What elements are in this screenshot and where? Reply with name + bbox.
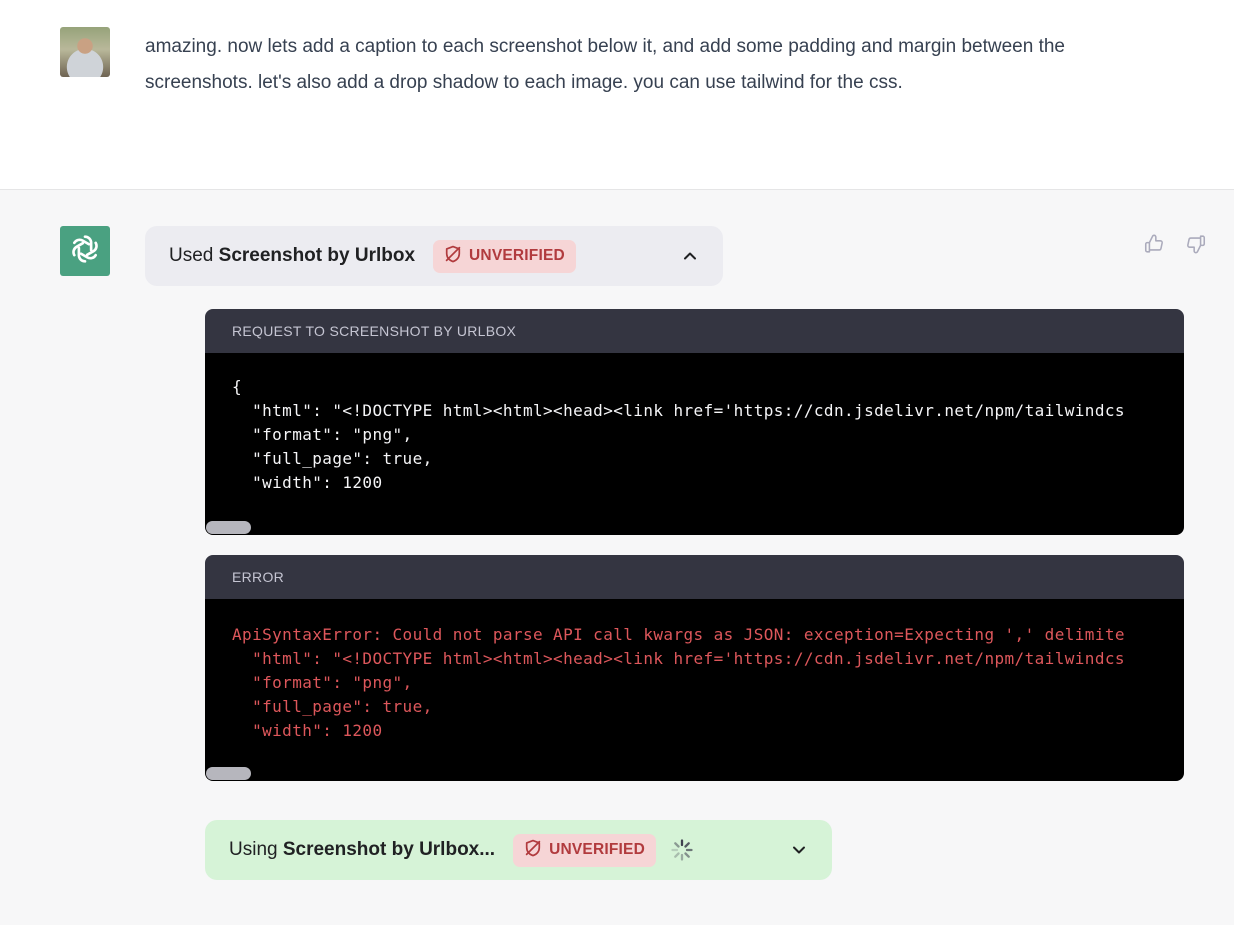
using-plugin-toggle[interactable]: Using Screenshot by Urlbox... UNVERIFIED [205,820,832,880]
user-message-row: amazing. now lets add a caption to each … [0,0,1234,190]
request-code-body: { "html": "<!DOCTYPE html><html><head><l… [205,353,1184,535]
code-line: "full_page": true, [232,695,1184,719]
unverified-badge-label: UNVERIFIED [469,247,565,265]
assistant-message-row: Used Screenshot by Urlbox UNVERIFIED REQ… [0,190,1234,925]
thumbs-up-icon [1143,243,1165,258]
user-message-text: amazing. now lets add a caption to each … [145,27,1130,189]
user-avatar [60,27,110,77]
code-line: { [232,375,1184,399]
chevron-down-icon [790,841,808,859]
code-line: "html": "<!DOCTYPE html><html><head><lin… [232,647,1184,671]
unverified-badge: UNVERIFIED [433,240,576,273]
code-line: "full_page": true, [232,447,1184,471]
unverified-badge-label: UNVERIFIED [549,841,645,859]
shield-slash-icon [524,839,542,862]
feedback-buttons [1143,233,1207,258]
openai-logo-icon [68,232,102,271]
used-plugin-toggle[interactable]: Used Screenshot by Urlbox UNVERIFIED [145,226,723,286]
code-line: "width": 1200 [232,719,1184,743]
thumbs-down-icon [1185,243,1207,258]
code-line: "html": "<!DOCTYPE html><html><head><lin… [232,399,1184,423]
error-code-body: ApiSyntaxError: Could not parse API call… [205,599,1184,781]
chevron-up-icon [681,247,699,265]
code-line: "width": 1200 [232,471,1184,495]
error-code-block: ERROR ApiSyntaxError: Could not parse AP… [205,555,1184,781]
code-line: "format": "png", [232,671,1184,695]
loading-spinner-icon [669,837,695,863]
thumbs-up-button[interactable] [1143,233,1165,258]
plugin-name: Screenshot by Urlbox [219,245,415,266]
shield-slash-icon [444,245,462,268]
using-plugin-label: Using Screenshot by Urlbox... [229,839,495,861]
horizontal-scrollbar-thumb[interactable] [206,521,251,534]
plugin-name: Screenshot by Urlbox... [283,839,495,860]
horizontal-scrollbar-thumb[interactable] [206,767,251,780]
thumbs-down-button[interactable] [1185,233,1207,258]
error-code-header: ERROR [205,555,1184,599]
assistant-avatar [60,226,110,276]
code-line: ApiSyntaxError: Could not parse API call… [232,623,1184,647]
used-plugin-label: Used Screenshot by Urlbox [169,245,415,267]
code-line: "format": "png", [232,423,1184,447]
unverified-badge: UNVERIFIED [513,834,656,867]
request-code-block: REQUEST TO SCREENSHOT BY URLBOX { "html"… [205,309,1184,535]
request-code-header: REQUEST TO SCREENSHOT BY URLBOX [205,309,1184,353]
